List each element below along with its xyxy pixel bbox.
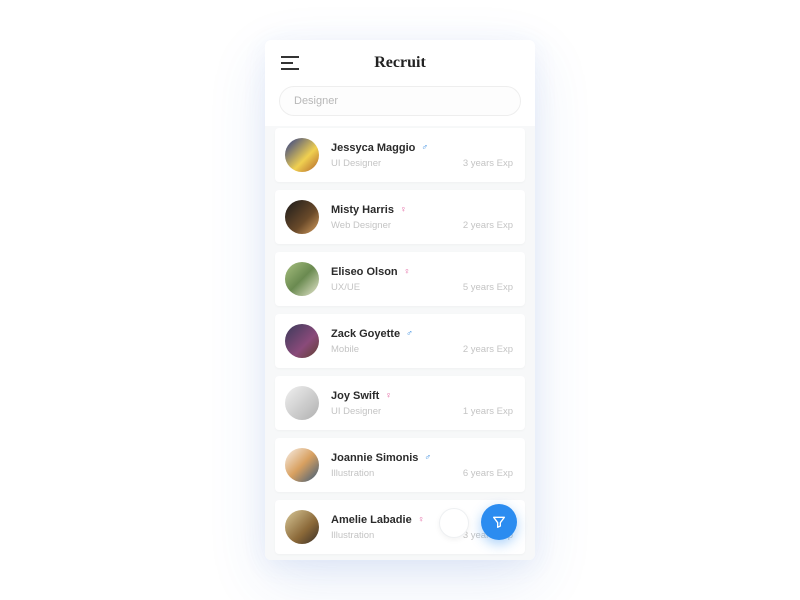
header: Recruit: [265, 40, 535, 82]
candidate-name: Joy Swift: [331, 390, 379, 402]
avatar: [285, 448, 319, 482]
candidate-name: Amelie Labadie: [331, 514, 412, 526]
gender-icon: ♀: [418, 515, 425, 524]
candidate-role: Web Designer: [331, 220, 391, 231]
candidate-name: Misty Harris: [331, 204, 394, 216]
candidate-exp: 2 years Exp: [463, 344, 513, 355]
search-wrap: Designer: [265, 82, 535, 126]
candidate-name: Zack Goyette: [331, 328, 400, 340]
candidate-info: Eliseo Olson ♀ UX/UE 5 years Exp: [331, 266, 513, 293]
candidate-role: UI Designer: [331, 158, 381, 169]
list-item[interactable]: Joy Swift ♀ UI Designer 1 years Exp: [275, 376, 525, 430]
candidate-info: Joy Swift ♀ UI Designer 1 years Exp: [331, 390, 513, 417]
candidate-name: Joannie Simonis: [331, 452, 418, 464]
search-input[interactable]: Designer: [279, 86, 521, 116]
candidate-name: Jessyca Maggio: [331, 142, 415, 154]
avatar: [285, 386, 319, 420]
list-item[interactable]: Zack Goyette ♂ Mobile 2 years Exp: [275, 314, 525, 368]
avatar: [285, 324, 319, 358]
filter-icon: [491, 514, 507, 530]
gender-icon: ♂: [424, 453, 431, 462]
candidate-exp: 2 years Exp: [463, 220, 513, 231]
gender-icon: ♀: [404, 267, 411, 276]
candidate-info: Joannie Simonis ♂ Illustration 6 years E…: [331, 452, 513, 479]
candidate-exp: 1 years Exp: [463, 406, 513, 417]
list-item[interactable]: Jessyca Maggio ♂ UI Designer 3 years Exp: [275, 128, 525, 182]
app-frame: Recruit Designer Jessyca Maggio ♂ UI Des…: [265, 40, 535, 560]
search-value: Designer: [294, 95, 338, 107]
candidate-exp: 3 years Exp: [463, 158, 513, 169]
filter-button[interactable]: [481, 504, 517, 540]
list-item[interactable]: Joannie Simonis ♂ Illustration 6 years E…: [275, 438, 525, 492]
gender-icon: ♂: [406, 329, 413, 338]
candidate-list[interactable]: Jessyca Maggio ♂ UI Designer 3 years Exp…: [265, 126, 535, 560]
candidate-role: Mobile: [331, 344, 359, 355]
gender-icon: ♀: [385, 391, 392, 400]
candidate-exp: 6 years Exp: [463, 468, 513, 479]
gender-icon: ♀: [400, 205, 407, 214]
candidate-info: Zack Goyette ♂ Mobile 2 years Exp: [331, 328, 513, 355]
candidate-info: Jessyca Maggio ♂ UI Designer 3 years Exp: [331, 142, 513, 169]
candidate-role: Illustration: [331, 530, 374, 541]
candidate-name: Eliseo Olson: [331, 266, 398, 278]
candidate-role: Illustration: [331, 468, 374, 479]
avatar: [285, 262, 319, 296]
secondary-fab[interactable]: [439, 508, 469, 538]
list-item[interactable]: Misty Harris ♀ Web Designer 2 years Exp: [275, 190, 525, 244]
list-item[interactable]: Eliseo Olson ♀ UX/UE 5 years Exp: [275, 252, 525, 306]
gender-icon: ♂: [421, 143, 428, 152]
avatar: [285, 510, 319, 544]
candidate-role: UX/UE: [331, 282, 360, 293]
avatar: [285, 138, 319, 172]
candidate-info: Misty Harris ♀ Web Designer 2 years Exp: [331, 204, 513, 231]
candidate-role: UI Designer: [331, 406, 381, 417]
app-title: Recruit: [281, 54, 519, 72]
avatar: [285, 200, 319, 234]
candidate-exp: 5 years Exp: [463, 282, 513, 293]
